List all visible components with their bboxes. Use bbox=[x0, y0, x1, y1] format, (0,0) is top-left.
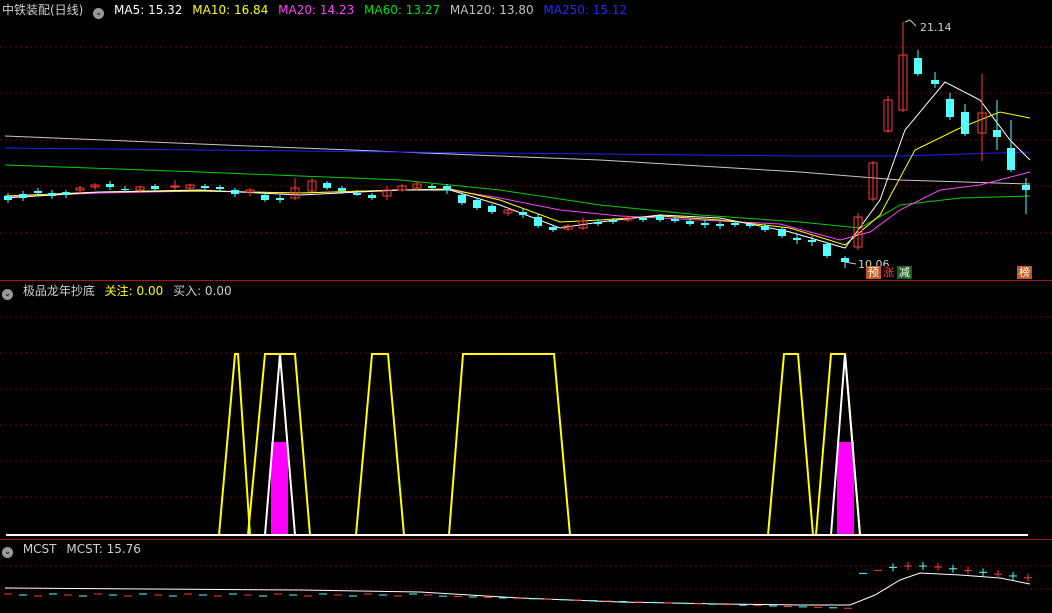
indicator-name: 极品龙年抄底 bbox=[22, 284, 95, 298]
buy-bar bbox=[837, 442, 854, 535]
focus-signal bbox=[767, 353, 814, 536]
candle-up bbox=[170, 185, 180, 188]
mcst-chart[interactable] bbox=[0, 540, 1052, 613]
ma120-label: MA120: 13.80 bbox=[449, 3, 534, 17]
candle-down bbox=[121, 189, 129, 190]
candle-down bbox=[639, 218, 647, 220]
candle-down bbox=[106, 184, 114, 187]
candle-down bbox=[761, 226, 769, 230]
candle-down bbox=[353, 193, 361, 195]
candle-down bbox=[549, 227, 557, 230]
candle-down bbox=[62, 192, 70, 195]
tag-jian: 减 bbox=[897, 266, 912, 279]
candle-down bbox=[686, 221, 694, 224]
candle-down bbox=[946, 99, 954, 117]
candle-down bbox=[201, 186, 209, 188]
indicator-panel[interactable]: ⌄ 极品龙年抄底 关注: 0.00 买入: 0.00 bbox=[0, 281, 1052, 539]
candle-down bbox=[731, 223, 739, 225]
candle-down bbox=[519, 212, 527, 215]
candle-down bbox=[276, 198, 284, 200]
stock-title: 中铁装配(日线) bbox=[2, 3, 84, 17]
candle-down bbox=[261, 195, 269, 200]
ma60-label: MA60: 13.27 bbox=[364, 3, 441, 17]
ma10-label: MA10: 16.84 bbox=[192, 3, 269, 17]
candle-down bbox=[4, 196, 12, 200]
indicator-header: ⌄ 极品龙年抄底 关注: 0.00 买入: 0.00 bbox=[2, 283, 238, 300]
ma120-line bbox=[4, 135, 1031, 185]
candle-down bbox=[488, 206, 496, 212]
candle-down bbox=[793, 238, 801, 240]
candle-down bbox=[323, 183, 331, 188]
mcst-header: ⌄ MCST MCST: 15.76 bbox=[2, 541, 147, 558]
high-price-label: 21.14 bbox=[920, 21, 952, 34]
tag-yu: 预 bbox=[866, 266, 881, 279]
candle-down bbox=[609, 220, 617, 222]
candle-down bbox=[151, 186, 159, 189]
candle-down bbox=[458, 195, 466, 203]
candle-down bbox=[534, 217, 542, 226]
focus-signal bbox=[448, 353, 571, 536]
chevron-down-icon[interactable]: ⌄ bbox=[2, 289, 13, 300]
focus-label: 关注: 0.00 bbox=[104, 284, 164, 298]
tag-bang: 榜 bbox=[1017, 266, 1032, 279]
chevron-down-icon[interactable]: ⌄ bbox=[93, 8, 105, 19]
buy-label: 买入: 0.00 bbox=[173, 284, 232, 298]
candle-down bbox=[961, 112, 969, 134]
candle-down bbox=[231, 190, 239, 194]
chevron-down-icon[interactable]: ⌄ bbox=[2, 547, 13, 558]
ma250-line bbox=[4, 147, 1031, 157]
candle-down bbox=[1007, 148, 1015, 170]
candle-down bbox=[428, 186, 436, 188]
candle-down bbox=[34, 191, 42, 193]
candle-down bbox=[671, 219, 679, 221]
candle-down bbox=[594, 222, 602, 224]
candle-down bbox=[808, 240, 816, 242]
candle-down bbox=[716, 224, 724, 226]
candle-down bbox=[216, 187, 224, 189]
buy-bar bbox=[271, 442, 288, 535]
candle-down bbox=[931, 80, 939, 84]
candle-down bbox=[914, 58, 922, 74]
ma5-line bbox=[4, 81, 1031, 249]
ma20-label: MA20: 14.23 bbox=[278, 3, 355, 17]
candle-down bbox=[473, 200, 481, 208]
candle-down bbox=[1022, 185, 1030, 190]
ma250-label: MA250: 15.12 bbox=[543, 3, 628, 17]
tag-zhang: 涨 bbox=[881, 266, 896, 279]
mcst-value: MCST: 15.76 bbox=[66, 542, 141, 556]
candle-down bbox=[823, 244, 831, 256]
candle-down bbox=[701, 223, 709, 225]
candle-down bbox=[841, 258, 849, 262]
high-marker bbox=[904, 19, 917, 27]
candle-down bbox=[443, 186, 451, 190]
low-marker bbox=[844, 261, 857, 265]
kline-panel[interactable]: 中铁装配(日线) ⌄ MA5: 15.32 MA10: 16.84 MA20: … bbox=[0, 0, 1052, 280]
candle-down bbox=[746, 224, 754, 226]
candle-down bbox=[338, 188, 346, 191]
candle-down bbox=[778, 229, 786, 236]
candle-down bbox=[48, 193, 56, 196]
candle-down bbox=[368, 195, 376, 198]
kline-header: 中铁装配(日线) ⌄ MA5: 15.32 MA10: 16.84 MA20: … bbox=[2, 2, 633, 19]
indicator-chart[interactable] bbox=[0, 281, 1052, 539]
candle-down bbox=[993, 130, 1001, 137]
focus-signal bbox=[218, 353, 251, 536]
focus-signal bbox=[355, 353, 405, 536]
mcst-panel[interactable]: ⌄ MCST MCST: 15.76 bbox=[0, 540, 1052, 613]
candle-down bbox=[656, 216, 664, 220]
candle-down bbox=[19, 194, 27, 198]
kline-chart[interactable] bbox=[0, 0, 1052, 280]
mcst-name: MCST bbox=[22, 542, 57, 556]
ma5-label: MA5: 15.32 bbox=[114, 3, 183, 17]
